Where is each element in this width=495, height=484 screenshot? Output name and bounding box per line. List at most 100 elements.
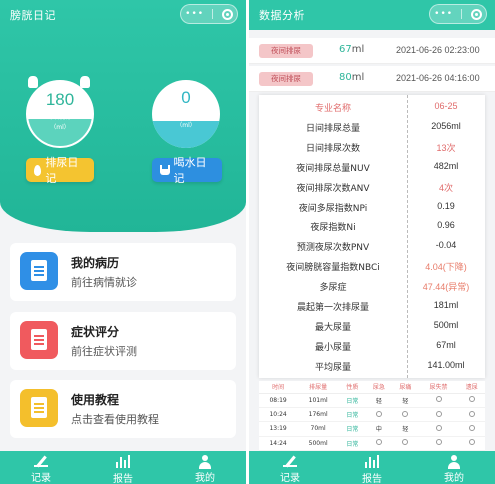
stat-label: 夜间排尿总量NUV (296, 163, 370, 174)
log-urgency (365, 436, 393, 452)
stat-label: 最小尿量 (314, 342, 351, 353)
log-column-header: 性质 (339, 381, 366, 394)
log-column-header: 排尿量 (297, 381, 340, 394)
empty-circle-icon (468, 439, 475, 446)
tab-mine[interactable]: 我的 (164, 451, 246, 484)
bar-chart-icon (116, 455, 130, 468)
log-type: 日常 (339, 436, 366, 452)
tutorial-card[interactable]: 使用教程 点击查看使用教程 (10, 380, 236, 438)
stats-row: 多尿症 47.44(异常) (259, 276, 485, 296)
pen-icon (283, 455, 297, 467)
home-screen: 膀胱日记 ••• 180 今日排尿 （ml） 0 今日饮水 （ml） 排尿日记 … (0, 0, 246, 484)
urine-today-value: 180 (45, 90, 75, 109)
water-diary-button[interactable]: 喝水日记 (152, 156, 222, 185)
log-column-header: 尿失禁 (418, 381, 459, 394)
log-column-header: 尿急 (365, 381, 393, 394)
table-row[interactable]: 14:24 500ml 日常 (259, 436, 485, 452)
tab-report[interactable]: 报告 (331, 451, 413, 484)
app-title: 膀胱日记 (10, 9, 56, 22)
log-amount: 70ml (297, 421, 340, 437)
log-pain: 轻 (392, 421, 419, 437)
page-title: 数据分析 (259, 9, 305, 22)
log-time: 13:19 (259, 421, 298, 437)
stats-row: 平均尿量 141.00ml (259, 356, 485, 376)
stat-value: 500ml (433, 319, 459, 330)
menu-subtitle: 前往症状评测 (71, 345, 137, 358)
tab-bar: 记录 报告 我的 (0, 451, 246, 484)
stats-table: 专业名称 06-25 日间排尿总量 2056ml 日间排尿次数 13次 夜间排尿总量NU… (259, 95, 485, 378)
user-icon (198, 455, 212, 469)
tab-report[interactable]: 报告 (82, 451, 164, 484)
log-time: 14:24 (259, 436, 298, 452)
urine-diary-button[interactable]: 排尿日记 (26, 156, 94, 185)
record-time: 2021-06-26 04:16:00 (396, 73, 480, 83)
stats-row: 夜间排尿总量NUV 482ml (259, 157, 485, 177)
water-gauge: 0 今日饮水 （ml） (152, 80, 220, 148)
log-header-row: 时间 排尿量 性质 尿急 尿痛 尿失禁 遗尿 (259, 381, 485, 394)
tab-record[interactable]: 记录 (249, 451, 331, 484)
urination-log-table: 时间 排尿量 性质 尿急 尿痛 尿失禁 遗尿 08:19 101ml 日常轻轻 10:24 176m… (259, 381, 485, 452)
close-target-icon[interactable] (221, 8, 233, 20)
log-enuresis (458, 393, 485, 408)
log-urgency (365, 407, 393, 423)
log-incontinence (418, 421, 459, 437)
stat-label: 夜间排尿次数ANV (296, 183, 370, 194)
list-item[interactable]: 夜间排尿 67ml 2021-06-26 02:23:00 (249, 38, 495, 64)
water-today-unit: （ml） (176, 122, 196, 129)
menu-title: 症状评分 (71, 325, 120, 339)
log-incontinence (418, 436, 459, 452)
stat-label: 最大尿量 (314, 322, 351, 333)
tutorial-doc-icon (20, 389, 58, 427)
close-target-icon[interactable] (470, 8, 482, 20)
log-incontinence (418, 393, 459, 408)
tab-mine[interactable]: 我的 (413, 451, 495, 484)
stat-value: 13次 (436, 142, 456, 153)
stat-label: 晨起第一次排尿量 (296, 303, 369, 313)
symptom-score-card[interactable]: 症状评分 前往症状评测 (10, 312, 236, 370)
log-amount: 500ml (297, 436, 340, 452)
mini-program-capsule[interactable]: ••• (429, 4, 487, 24)
tab-record[interactable]: 记录 (0, 451, 82, 484)
water-today-label: 今日饮水 (173, 112, 198, 119)
stat-label: 夜间膀胱容量指数NBCi (286, 263, 380, 274)
stats-header-date: 06-25 (434, 101, 458, 111)
log-urgency: 轻 (365, 393, 393, 408)
empty-circle-icon (468, 410, 475, 417)
log-enuresis (458, 421, 485, 437)
mini-program-capsule[interactable]: ••• (180, 4, 238, 24)
user-icon (447, 455, 461, 469)
more-icon[interactable]: ••• (434, 9, 453, 19)
medical-record-card[interactable]: 我的病历 前往病情就诊 (10, 243, 236, 301)
log-incontinence (418, 407, 459, 423)
more-icon[interactable]: ••• (185, 9, 204, 19)
clipboard-alert-icon (20, 321, 58, 359)
record-amount: 80ml (339, 72, 365, 83)
bar-chart-icon (365, 455, 379, 468)
stat-label: 平均尿量 (314, 362, 351, 373)
log-column-header: 遗尿 (458, 381, 485, 394)
log-urgency: 中 (365, 421, 393, 437)
capsule-divider (212, 9, 214, 19)
table-row[interactable]: 13:19 70ml 日常中轻 (259, 421, 485, 437)
table-row[interactable]: 08:19 101ml 日常轻轻 (259, 393, 485, 408)
urine-gauge: 180 今日排尿 （ml） (26, 80, 94, 148)
menu-title: 使用教程 (71, 393, 120, 407)
tab-bar: 记录 报告 我的 (249, 451, 495, 484)
stats-row: 最小尿量 67ml (259, 336, 485, 356)
stats-header-label: 专业名称 (314, 104, 351, 114)
record-type-badge: 夜间排尿 (259, 72, 313, 86)
log-pain: 轻 (392, 393, 419, 408)
stat-value: 4.04(下降) (425, 262, 467, 273)
urine-today-label: 今日排尿 (47, 114, 72, 121)
log-time: 10:24 (259, 407, 298, 423)
list-item[interactable]: 夜间排尿 80ml 2021-06-26 04:16:00 (249, 66, 495, 92)
empty-circle-icon (435, 424, 442, 431)
empty-circle-icon (402, 439, 409, 446)
data-analysis-screen: 数据分析 ••• 夜间排尿 67ml 2021-06-26 02:23:00 夜… (249, 0, 495, 484)
table-row[interactable]: 10:24 176ml 日常 (259, 407, 485, 423)
stats-header-row: 专业名称 06-25 (259, 97, 485, 117)
tab-label: 报告 (362, 474, 382, 484)
empty-circle-icon (402, 410, 409, 417)
pen-icon (34, 455, 48, 467)
log-enuresis (458, 436, 485, 452)
